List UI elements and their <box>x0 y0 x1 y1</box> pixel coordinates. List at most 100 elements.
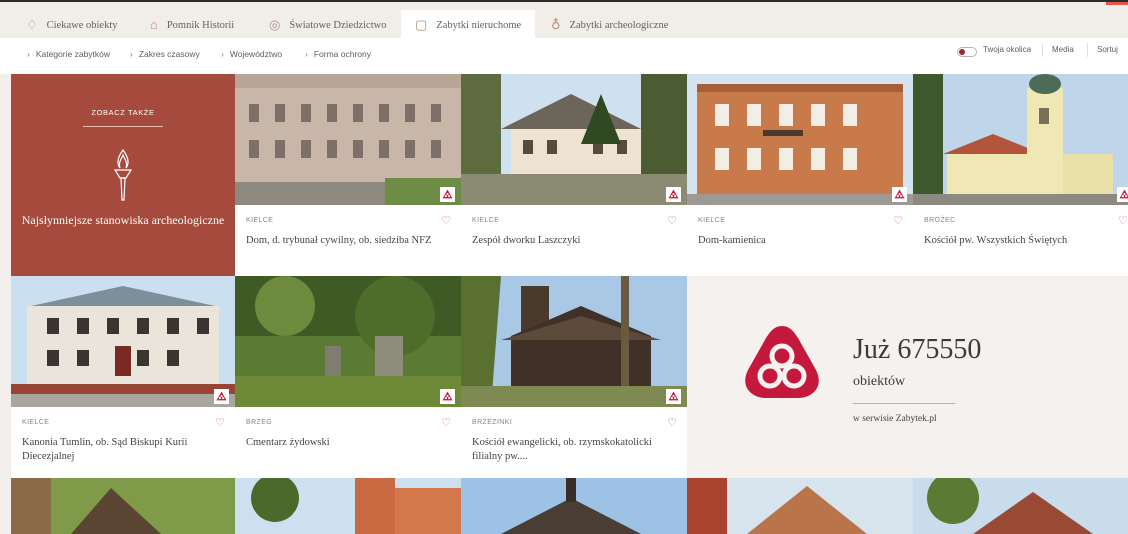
monument-name: Dom-kamienica <box>698 235 766 246</box>
filter-forma-ochrony[interactable]: › Forma ochrony <box>305 49 371 59</box>
monument-card[interactable]: BRZEG ♡ Cmentarz żydowski <box>235 276 461 478</box>
favorite-heart-icon[interactable]: ♡ <box>215 416 225 429</box>
registry-badge <box>666 389 681 404</box>
favorite-heart-icon[interactable]: ♡ <box>667 416 677 429</box>
monument-name: Zespół dworku Laszczyki <box>472 235 581 246</box>
favorite-heart-icon[interactable]: ♡ <box>893 214 903 227</box>
see-also-promo[interactable]: ZOBACZ TAKŻE Najsłynniejsze stanowiska a… <box>11 74 235 276</box>
monument-photo <box>461 276 687 407</box>
favorite-heart-icon[interactable]: ♡ <box>441 214 451 227</box>
monument-card[interactable]: BRZEZINKI ♡ Kościół ewangelicki, ob. rzy… <box>461 276 687 478</box>
registry-badge <box>214 389 229 404</box>
tab-label: Zabytki archeologiczne <box>569 19 669 31</box>
monument-photo <box>461 478 687 534</box>
registry-badge <box>666 187 681 202</box>
registry-badge <box>892 187 907 202</box>
tab-label: Ciekawe obiekty <box>46 19 118 31</box>
monument-city: BRZEG <box>246 419 273 426</box>
stat-divider <box>853 403 955 404</box>
monument-photo <box>687 478 913 534</box>
registry-badge <box>440 187 455 202</box>
monument-card[interactable]: KIELCE ♡ Zespół dworku Laszczyki <box>461 74 687 276</box>
nearby-label[interactable]: Twoja okolica <box>983 45 1031 54</box>
monument-photo <box>913 478 1128 534</box>
tab-label: Światowe Dziedzictwo <box>289 19 387 31</box>
monument-icon: ⌂ <box>150 17 158 32</box>
stat-subtitle: w serwisie Zabytek.pl <box>853 414 937 424</box>
registry-badge <box>1117 187 1128 202</box>
monument-name: Dom, d. trybunał cywilny, ob. siedziba N… <box>246 235 432 246</box>
filter-wojewodztwo[interactable]: › Województwo <box>221 49 282 59</box>
chevron-right-icon: › <box>305 49 308 59</box>
objects-count: Już 675550 <box>853 334 982 365</box>
torch-icon <box>113 148 133 201</box>
heritage-icon: ◎ <box>269 17 281 32</box>
zabytek-logo-icon <box>745 326 819 398</box>
tab-zabytki-archeologiczne[interactable]: ♁ Zabytki archeologiczne <box>551 10 668 40</box>
promo-title: Najsłynniejsze stanowiska archeologiczne <box>21 213 225 227</box>
filter-zakres-czasowy[interactable]: › Zakres czasowy <box>130 49 200 59</box>
tab-label: Zabytki nieruchome <box>436 19 522 31</box>
zabytek-logo-icon <box>442 391 453 401</box>
monument-card[interactable] <box>235 478 461 534</box>
zabytek-logo-icon <box>442 189 453 199</box>
monument-card[interactable] <box>687 478 913 534</box>
monument-city: KIELCE <box>472 217 500 224</box>
monument-name: Cmentarz żydowski <box>246 437 330 448</box>
monument-photo <box>235 276 461 407</box>
accent-mark <box>1106 2 1128 5</box>
tab-zabytki-nieruchome[interactable]: ▢ Zabytki nieruchome <box>401 10 536 40</box>
favorite-heart-icon[interactable]: ♡ <box>441 416 451 429</box>
monument-city: BRZEZINKI <box>472 419 513 426</box>
tab-pomnik-historii[interactable]: ⌂ Pomnik Historii <box>150 10 234 40</box>
zabytek-logo-icon <box>894 189 905 199</box>
filter-label: Województwo <box>229 49 283 59</box>
favorite-heart-icon[interactable]: ♡ <box>1118 214 1128 227</box>
nearby-toggle[interactable] <box>957 47 977 57</box>
sort-button[interactable]: Sortuj <box>1097 45 1118 54</box>
filter-kategorie[interactable]: › Kategorie zabytków <box>27 49 110 59</box>
monument-card[interactable] <box>11 478 235 534</box>
tab-ciekawe-obiekty[interactable]: ♢ Ciekawe obiekty <box>26 10 118 40</box>
filter-label: Zakres czasowy <box>138 49 200 59</box>
chevron-right-icon: › <box>27 49 30 59</box>
total-objects-stat: Już 675550 obiektów w serwisie Zabytek.p… <box>687 276 1128 478</box>
monument-name: Kościół pw. Wszystkich Świętych <box>924 235 1068 246</box>
filter-label: Forma ochrony <box>313 49 372 59</box>
registry-badge <box>440 389 455 404</box>
monument-card[interactable]: KIELCE ♡ Kanonia Tumlin, ob. Sąd Biskupi… <box>11 276 235 478</box>
monument-city: BROŻEC <box>924 217 956 224</box>
monument-photo <box>11 478 235 534</box>
monument-card[interactable] <box>913 478 1128 534</box>
tab-swiatowe-dziedzictwo[interactable]: ◎ Światowe Dziedzictwo <box>269 10 386 40</box>
monument-city: KIELCE <box>246 217 274 224</box>
zabytek-logo-icon <box>216 391 227 401</box>
divider <box>1042 43 1043 57</box>
zabytek-logo-icon <box>668 189 679 199</box>
monument-photo <box>235 478 461 534</box>
building-icon: ▢ <box>415 17 428 32</box>
favorite-heart-icon[interactable]: ♡ <box>667 214 677 227</box>
tab-label: Pomnik Historii <box>166 19 235 31</box>
monument-city: KIELCE <box>22 419 50 426</box>
monument-card[interactable]: KIELCE ♡ Dom-kamienica <box>687 74 913 276</box>
monument-city: KIELCE <box>698 217 726 224</box>
monument-name: Kościół ewangelicki, ob. rzymskokatolick… <box>472 437 652 462</box>
divider <box>1087 43 1088 57</box>
torch-icon: ♁ <box>551 17 561 32</box>
monument-card[interactable] <box>461 478 687 534</box>
chevron-right-icon: › <box>130 49 133 59</box>
filter-bar: › Kategorie zabytków › Zakres czasowy › Woj… <box>0 38 1128 74</box>
media-button[interactable]: Media <box>1052 45 1074 54</box>
gem-icon: ♢ <box>26 17 38 32</box>
chevron-right-icon: › <box>221 49 224 59</box>
monument-photo <box>461 74 687 205</box>
filter-label: Kategorie zabytków <box>35 49 111 59</box>
monument-card[interactable]: KIELCE ♡ Dom, d. trybunał cywilny, ob. s… <box>235 74 461 276</box>
monument-photo <box>235 74 461 205</box>
monument-card[interactable]: BROŻEC ♡ Kościół pw. Wszystkich Świętych <box>913 74 1128 276</box>
monument-photo <box>687 74 913 205</box>
category-tabs-bar: ♢ Ciekawe obiekty ⌂ Pomnik Historii ◎ Św… <box>0 0 1128 40</box>
monument-name: Kanonia Tumlin, ob. Sąd Biskupi Kurii Di… <box>22 437 188 462</box>
zabytek-logo-icon <box>1119 189 1128 199</box>
